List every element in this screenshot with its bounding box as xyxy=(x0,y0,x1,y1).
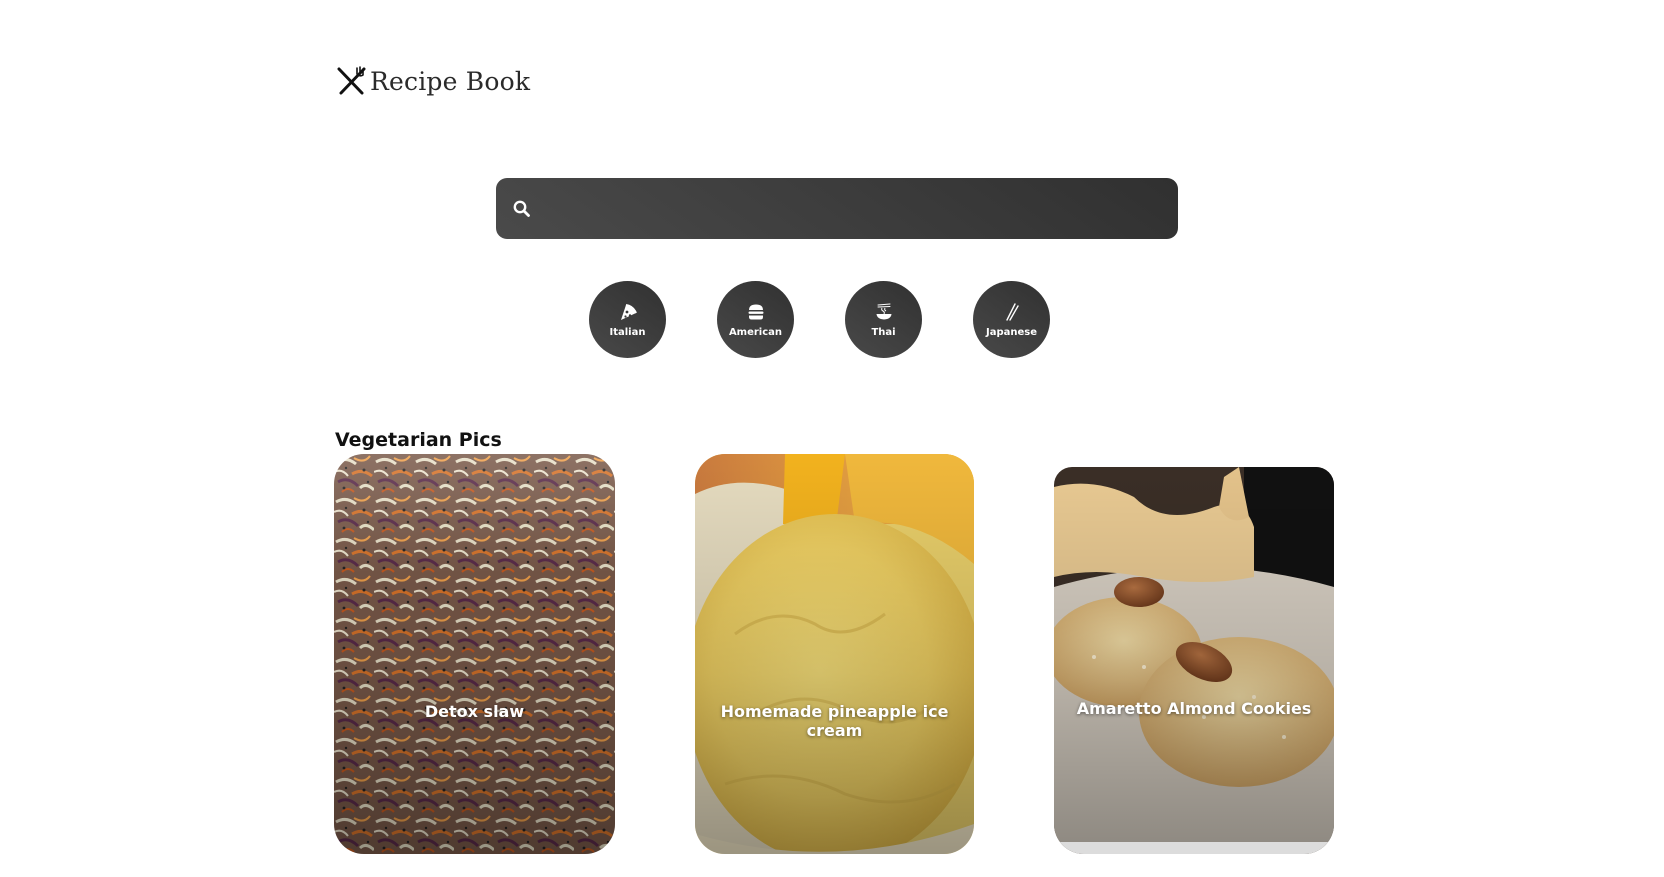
logo-link[interactable]: Recipe Book xyxy=(335,64,530,98)
recipe-title: Detox slaw xyxy=(424,702,525,721)
cuisine-label: Thai xyxy=(871,326,896,338)
card-overlay xyxy=(334,454,615,854)
card-bottom-bar xyxy=(1054,842,1334,854)
recipe-title: Homemade pineapple ice cream xyxy=(720,702,949,740)
search-bar xyxy=(496,178,1178,239)
recipe-card-detox-slaw[interactable]: Detox slaw xyxy=(334,454,615,854)
logo-text: Recipe Book xyxy=(370,66,531,96)
search-icon xyxy=(496,199,532,219)
cuisine-nav: Italian American Thai Japanese xyxy=(589,281,1050,358)
section-title: Vegetarian Pics xyxy=(335,429,502,451)
card-overlay xyxy=(695,454,974,854)
cuisine-button-italian[interactable]: Italian xyxy=(589,281,666,358)
chopsticks-icon xyxy=(1003,302,1021,327)
pizza-icon xyxy=(619,302,637,327)
burger-icon xyxy=(747,302,765,327)
cuisine-label: American xyxy=(728,326,783,338)
cuisine-button-japanese[interactable]: Japanese xyxy=(973,281,1050,358)
recipe-card-amaretto-almond-cookies[interactable]: Amaretto Almond Cookies xyxy=(1054,467,1334,854)
recipe-title: Amaretto Almond Cookies xyxy=(1076,699,1312,719)
card-overlay xyxy=(1054,467,1334,854)
cuisine-button-thai[interactable]: Thai xyxy=(845,281,922,358)
fork-knife-crossed-icon xyxy=(335,65,367,97)
recipe-card-pineapple-ice-cream[interactable]: Homemade pineapple ice cream xyxy=(695,454,974,854)
cuisine-label: Italian xyxy=(609,326,646,338)
noodle-bowl-icon xyxy=(875,302,893,327)
cuisine-label: Japanese xyxy=(985,326,1037,338)
cuisine-button-american[interactable]: American xyxy=(717,281,794,358)
search-input[interactable] xyxy=(532,178,1178,239)
